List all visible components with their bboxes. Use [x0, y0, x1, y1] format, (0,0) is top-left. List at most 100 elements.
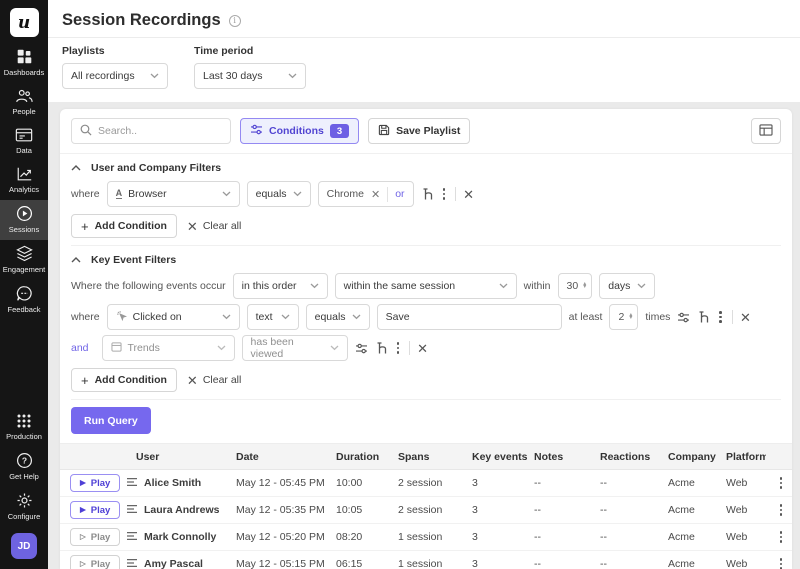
condition-menu-icon[interactable]: [440, 185, 449, 203]
user-avatar[interactable]: JD: [11, 533, 37, 559]
date-cell: May 12 - 05:35 PM: [232, 504, 332, 516]
within-value-stepper[interactable]: 30 ▴▾: [558, 273, 593, 299]
row-menu-icon[interactable]: [770, 555, 792, 569]
event-value: Trends: [128, 342, 160, 354]
property-select[interactable]: text: [247, 304, 299, 330]
sidebar-item-data[interactable]: Data: [0, 122, 48, 161]
remove-condition-icon[interactable]: ✕: [740, 311, 751, 324]
playlists-select[interactable]: All recordings: [62, 63, 168, 89]
user-name: Alice Smith: [144, 477, 201, 489]
stepper-arrows-icon[interactable]: ▴▾: [629, 314, 632, 321]
play-button[interactable]: ▶ Play: [70, 501, 120, 519]
collapse-chevron-icon[interactable]: [71, 254, 81, 266]
scope-value: within the same session: [344, 280, 455, 292]
row-menu-icon[interactable]: [770, 501, 792, 519]
run-query-button[interactable]: Run Query: [71, 407, 151, 434]
chevron-down-icon: [330, 345, 339, 351]
viewed-operator-select[interactable]: has been viewed: [242, 335, 348, 361]
save-playlist-button[interactable]: Save Playlist: [368, 118, 470, 144]
nest-condition-icon[interactable]: [697, 310, 709, 324]
remove-condition-icon[interactable]: ✕: [463, 188, 474, 201]
nest-condition-icon[interactable]: [375, 341, 387, 355]
playlists-filter-group: Playlists All recordings: [62, 45, 168, 89]
sidebar-item-get-help[interactable]: ? Get Help: [0, 447, 48, 487]
event-order-select[interactable]: in this order: [233, 273, 328, 299]
sidebar-item-people[interactable]: People: [0, 83, 48, 122]
sidebar-item-feedback[interactable]: Feedback: [0, 280, 48, 320]
user-cell[interactable]: Laura Andrews: [122, 504, 232, 517]
sidebar-item-production[interactable]: Production: [0, 408, 48, 447]
playlists-value: All recordings: [71, 70, 135, 82]
prop-value: text: [256, 311, 273, 323]
clear-all-button[interactable]: ✕ Clear all: [187, 220, 241, 233]
add-condition-button[interactable]: + Add Condition: [71, 368, 177, 392]
time-unit-select[interactable]: days: [599, 273, 655, 299]
user-cell[interactable]: Mark Connolly: [122, 531, 232, 544]
table-view-options-button[interactable]: [751, 118, 781, 144]
date-cell: May 12 - 05:15 PM: [232, 558, 332, 569]
key-events-cell: 3: [468, 477, 530, 489]
duration-cell: 06:15: [332, 558, 394, 569]
condition-menu-icon[interactable]: [716, 308, 725, 326]
remove-condition-icon[interactable]: ✕: [417, 342, 428, 355]
conditions-button[interactable]: Conditions 3: [240, 118, 359, 144]
event-text-input[interactable]: [377, 304, 562, 330]
text-operator-select[interactable]: equals: [306, 304, 370, 330]
collapse-chevron-icon[interactable]: [71, 162, 81, 174]
stepper-arrows-icon[interactable]: ▴▾: [583, 283, 586, 290]
adjust-condition-icon[interactable]: [677, 312, 690, 323]
filter-value-chip[interactable]: Chrome ✕ or: [318, 181, 414, 207]
help-icon: ?: [16, 452, 33, 469]
add-condition-label: Add Condition: [95, 220, 167, 232]
sidebar-item-label: Data: [16, 146, 32, 155]
key-event-condition-row-2: and Trends has been viewed: [71, 335, 781, 361]
spans-cell: 1 session: [394, 531, 468, 543]
col-header: Notes: [530, 451, 596, 463]
notes-cell: --: [530, 531, 596, 543]
count-stepper[interactable]: 2 ▴▾: [609, 304, 638, 330]
event-scope-select[interactable]: within the same session: [335, 273, 517, 299]
remove-value-icon[interactable]: ✕: [371, 188, 380, 201]
sidebar-item-label: Dashboards: [4, 68, 44, 77]
sidebar-item-configure[interactable]: Configure: [0, 487, 48, 527]
condition-menu-icon[interactable]: [394, 339, 403, 357]
play-icon: ▶: [80, 479, 86, 487]
or-toggle[interactable]: or: [395, 188, 404, 200]
play-button[interactable]: ▷ Play: [70, 555, 120, 569]
filter-field-select[interactable]: A Browser: [107, 181, 240, 207]
session-list-icon: [126, 477, 138, 490]
sidebar-item-dashboards[interactable]: Dashboards: [0, 43, 48, 83]
where-label: where: [71, 311, 100, 323]
time-period-select[interactable]: Last 30 days: [194, 63, 306, 89]
platform-cell: Web: [722, 531, 766, 543]
row-menu-icon[interactable]: [770, 474, 792, 492]
search-input[interactable]: [98, 125, 222, 137]
sidebar-item-engagement[interactable]: Engagement: [0, 240, 48, 280]
clear-icon: ✕: [187, 374, 198, 387]
clear-all-button[interactable]: ✕ Clear all: [187, 374, 241, 387]
sidebar-item-analytics[interactable]: Analytics: [0, 161, 48, 200]
nest-condition-icon[interactable]: [421, 187, 433, 201]
sidebar-item-sessions[interactable]: Sessions: [0, 200, 48, 240]
user-name: Amy Pascal: [144, 558, 203, 569]
user-cell[interactable]: Amy Pascal: [122, 558, 232, 569]
play-button[interactable]: ▷ Play: [70, 528, 120, 546]
adjust-condition-icon[interactable]: [355, 343, 368, 354]
event-select[interactable]: Trends: [102, 335, 235, 361]
filter-operator-select[interactable]: equals: [247, 181, 311, 207]
table-header: User Date Duration Spans Key events Note…: [60, 444, 792, 470]
row-menu-icon[interactable]: [770, 528, 792, 546]
add-condition-button[interactable]: + Add Condition: [71, 214, 177, 238]
event-select[interactable]: Clicked on: [107, 304, 240, 330]
gear-icon: [16, 492, 33, 509]
count-value: 2: [618, 311, 624, 323]
key-events-cell: 3: [468, 504, 530, 516]
clear-all-label: Clear all: [203, 374, 242, 386]
user-cell[interactable]: Alice Smith: [122, 477, 232, 490]
reactions-cell: --: [596, 531, 664, 543]
clear-icon: ✕: [187, 220, 198, 233]
table-icon: [759, 124, 773, 139]
info-icon[interactable]: i: [229, 15, 241, 27]
play-button[interactable]: ▶ Play: [70, 474, 120, 492]
app-logo[interactable]: u: [10, 8, 39, 37]
